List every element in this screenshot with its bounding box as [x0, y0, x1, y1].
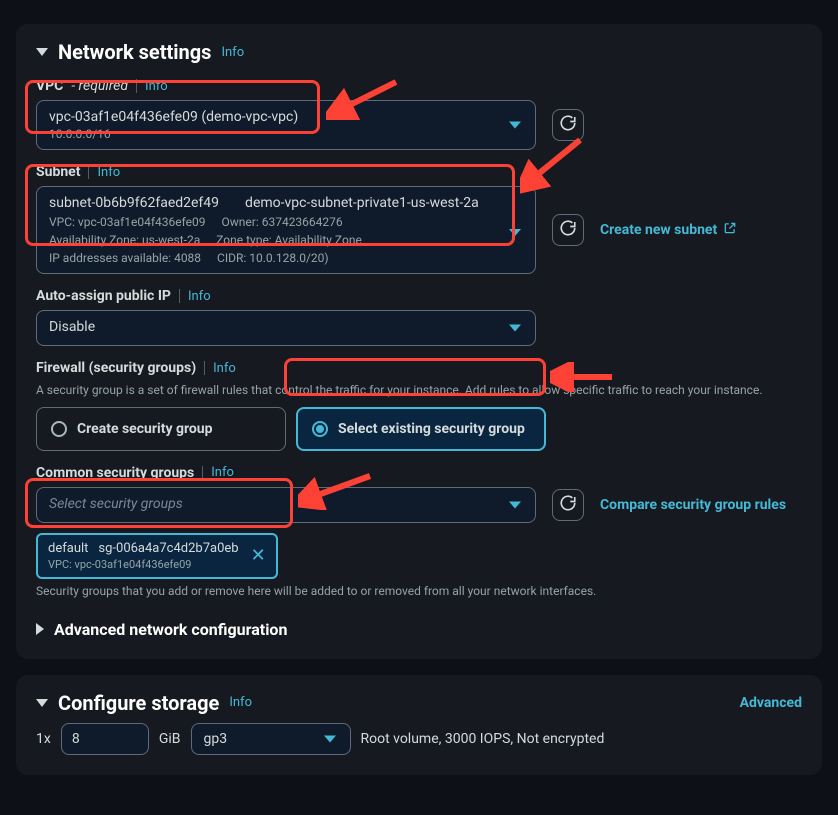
firewall-help: A security group is a set of firewall ru… — [36, 382, 802, 399]
info-link-subnet[interactable]: Info — [97, 165, 120, 180]
caret-down-icon — [36, 48, 48, 56]
sg-chip-name: default — [48, 541, 88, 556]
chevron-down-icon — [509, 325, 521, 332]
network-settings-panel: Network settings Info VPC - required Inf… — [16, 24, 822, 659]
storage-unit: GiB — [159, 731, 181, 747]
info-link-autoip[interactable]: Info — [188, 289, 211, 304]
subnet-select[interactable]: subnet-0b6b9f62faed2ef49 demo-vpc-subnet… — [36, 186, 536, 274]
sg-chip-id: sg-006a4a7c4d2b7a0eb — [98, 541, 238, 556]
create-subnet-link[interactable]: Create new subnet — [600, 221, 737, 239]
radio-select-label: Select existing security group — [338, 421, 525, 437]
subnet-name: demo-vpc-subnet-private1-us-west-2a — [245, 195, 479, 211]
radio-create-label: Create security group — [77, 421, 213, 437]
storage-title: Configure storage — [58, 691, 219, 715]
info-link-storage[interactable]: Info — [229, 695, 252, 710]
refresh-icon — [559, 114, 577, 136]
divider — [88, 165, 89, 179]
advanced-network-toggle[interactable]: Advanced network configuration — [36, 620, 802, 639]
chevron-down-icon — [324, 735, 336, 742]
common-sg-label-row: Common security groups Info — [36, 465, 802, 481]
vpc-select[interactable]: vpc-03af1e04f436efe09 (demo-vpc-vpc) 10.… — [36, 100, 536, 150]
firewall-radio-group: Create security group Select existing se… — [36, 407, 802, 451]
advanced-network-title: Advanced network configuration — [54, 620, 287, 639]
divider — [179, 289, 180, 303]
info-link-common-sg[interactable]: Info — [211, 465, 234, 480]
common-sg-select[interactable]: Select security groups — [36, 487, 536, 523]
common-sg-help: Security groups that you add or remove h… — [36, 583, 802, 600]
radio-icon — [312, 421, 328, 437]
radio-select-existing-sg[interactable]: Select existing security group — [296, 407, 546, 451]
sg-chip: default sg-006a4a7c4d2b7a0eb VPC: vpc-03… — [36, 533, 278, 579]
subnet-label: Subnet — [36, 164, 80, 180]
radio-create-sg[interactable]: Create security group — [36, 407, 286, 451]
refresh-subnet-button[interactable] — [552, 214, 584, 246]
external-link-icon — [723, 221, 737, 239]
volume-type-value: gp3 — [204, 731, 228, 747]
create-subnet-label: Create new subnet — [600, 222, 717, 238]
vpc-label-row: VPC - required Info — [36, 78, 802, 94]
firewall-label: Firewall (security groups) — [36, 360, 196, 376]
subnet-ips: IP addresses available: 4088 — [49, 251, 201, 265]
network-title: Network settings — [58, 40, 211, 64]
storage-row: 1x GiB gp3 Root volume, 3000 IOPS, Not e… — [36, 723, 802, 755]
chip-remove-button[interactable]: ✕ — [251, 547, 266, 565]
info-link-vpc[interactable]: Info — [145, 79, 168, 94]
divider — [204, 361, 205, 375]
refresh-icon — [559, 494, 577, 516]
network-panel-header[interactable]: Network settings Info — [36, 40, 802, 64]
subnet-az: Availability Zone: us-west-2a — [49, 233, 200, 247]
subnet-owner: Owner: 637423664276 — [222, 215, 343, 229]
subnet-label-row: Subnet Info — [36, 164, 802, 180]
divider — [136, 79, 137, 93]
refresh-vpc-button[interactable] — [552, 109, 584, 141]
refresh-icon — [559, 219, 577, 241]
common-sg-label: Common security groups — [36, 465, 194, 481]
info-link-network[interactable]: Info — [221, 45, 244, 60]
subnet-id: subnet-0b6b9f62faed2ef49 — [49, 195, 219, 211]
storage-qty: 1x — [36, 731, 51, 747]
storage-advanced-link[interactable]: Advanced — [740, 695, 802, 711]
common-sg-placeholder: Select security groups — [49, 496, 523, 512]
vpc-label: VPC — [36, 78, 63, 94]
refresh-sg-button[interactable] — [552, 489, 584, 521]
compare-sg-link[interactable]: Compare security group rules — [600, 497, 786, 513]
subnet-cidr: CIDR: 10.0.128.0/20) — [217, 251, 329, 265]
vpc-cidr: 10.0.0.0/16 — [49, 127, 523, 141]
storage-panel: Configure storage Info Advanced 1x GiB g… — [16, 675, 822, 775]
info-link-firewall[interactable]: Info — [213, 361, 236, 376]
divider — [202, 466, 203, 480]
subnet-vpc: VPC: vpc-03af1e04f436efe09 — [49, 215, 206, 229]
firewall-label-row: Firewall (security groups) Info — [36, 360, 802, 376]
subnet-zonetype: Zone type: Availability Zone — [216, 233, 362, 247]
caret-down-icon — [36, 699, 48, 707]
vpc-required: - required — [71, 78, 128, 94]
radio-icon — [51, 421, 67, 437]
storage-size-input[interactable] — [61, 723, 149, 755]
chevron-down-icon — [509, 229, 521, 236]
autoip-select[interactable]: Disable — [36, 310, 536, 346]
autoip-value: Disable — [49, 319, 523, 335]
caret-right-icon — [36, 623, 44, 635]
volume-type-select[interactable]: gp3 — [191, 723, 351, 755]
storage-panel-header[interactable]: Configure storage Info — [36, 691, 252, 715]
autoip-label-row: Auto-assign public IP Info — [36, 288, 802, 304]
chevron-down-icon — [509, 501, 521, 508]
storage-desc: Root volume, 3000 IOPS, Not encrypted — [361, 731, 605, 747]
autoip-label: Auto-assign public IP — [36, 288, 171, 304]
sg-chip-vpc: VPC: vpc-03af1e04f436efe09 — [48, 558, 239, 571]
chevron-down-icon — [509, 122, 521, 129]
vpc-value: vpc-03af1e04f436efe09 (demo-vpc-vpc) — [49, 109, 523, 125]
